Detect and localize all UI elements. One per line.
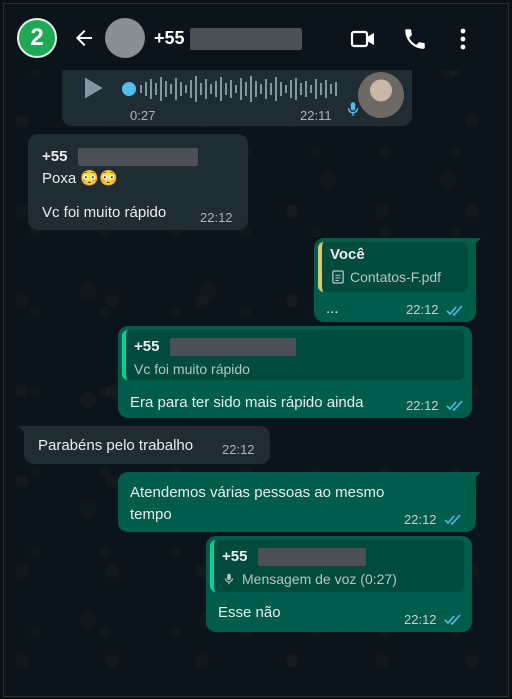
chat-header: 2 +55 <box>4 4 508 70</box>
step-badge: 2 <box>17 18 57 58</box>
redacted-phone <box>258 548 366 566</box>
message-time: 22:12 <box>404 612 437 627</box>
message-text: Esse não <box>218 604 281 621</box>
message-bubble[interactable]: +55 Vc foi muito rápido Era para ter sid… <box>118 326 472 418</box>
quote-text: Vc foi muito rápido <box>134 361 250 377</box>
redacted-phone <box>78 148 198 166</box>
video-call-icon[interactable] <box>350 26 376 52</box>
document-icon <box>332 270 344 284</box>
message-text: tempo <box>130 506 172 523</box>
quote-author: +55 <box>222 548 248 565</box>
chat-window: 2 +55 0:27 22:11 +55 Poxa 😳😳 Vc foi muit… <box>3 3 509 697</box>
message-time: 22:12 <box>404 512 437 527</box>
contact-name[interactable]: +55 <box>154 28 185 49</box>
message-text: Era para ter sido mais rápido ainda <box>130 394 364 411</box>
message-bubble[interactable]: Atendemos várias pessoas ao mesmo tempo … <box>118 472 476 532</box>
message-bubble[interactable]: Você Contatos-F.pdf ... 22:12 <box>314 238 476 322</box>
message-text: Parabéns pelo trabalho <box>38 437 194 454</box>
quote-author: Você <box>330 246 365 263</box>
voice-timestamp: 22:11 <box>300 108 332 123</box>
message-bubble[interactable]: +55 Poxa 😳😳 Vc foi muito rápido 22:12 <box>28 134 248 230</box>
sender-name: +55 <box>42 148 68 165</box>
message-bubble[interactable]: +55 Mensagem de voz (0:27) Esse não 22:1… <box>206 536 472 632</box>
quote-author: +55 <box>134 338 160 355</box>
read-receipt-icon <box>444 614 461 626</box>
message-time: 22:12 <box>222 442 255 457</box>
contact-avatar[interactable] <box>105 18 145 58</box>
message-text: ... <box>326 300 339 317</box>
redacted-phone <box>190 28 302 50</box>
back-arrow-icon[interactable] <box>72 26 96 50</box>
voice-duration: 0:27 <box>130 108 156 123</box>
sender-avatar <box>358 72 404 118</box>
read-receipt-icon <box>446 400 463 412</box>
message-time: 22:12 <box>406 302 439 317</box>
microphone-icon <box>224 573 234 585</box>
message-text: Vc foi muito rápido <box>42 204 167 221</box>
quote-file-name: Contatos-F.pdf <box>350 269 442 285</box>
read-receipt-icon <box>446 305 463 317</box>
message-time: 22:12 <box>200 210 233 225</box>
message-time: 22:12 <box>406 398 439 413</box>
voice-call-icon[interactable] <box>402 26 428 52</box>
play-icon[interactable] <box>78 74 106 102</box>
quote-text: Mensagem de voz (0:27) <box>242 571 397 587</box>
message-bubble[interactable]: Parabéns pelo trabalho 22:12 <box>24 426 270 464</box>
message-text: Poxa 😳😳 <box>42 170 118 187</box>
redacted-phone <box>170 338 296 356</box>
more-options-icon[interactable] <box>450 26 476 52</box>
read-receipt-icon <box>444 514 461 526</box>
audio-waveform[interactable] <box>122 74 342 104</box>
message-text: Atendemos várias pessoas ao mesmo <box>130 484 385 501</box>
